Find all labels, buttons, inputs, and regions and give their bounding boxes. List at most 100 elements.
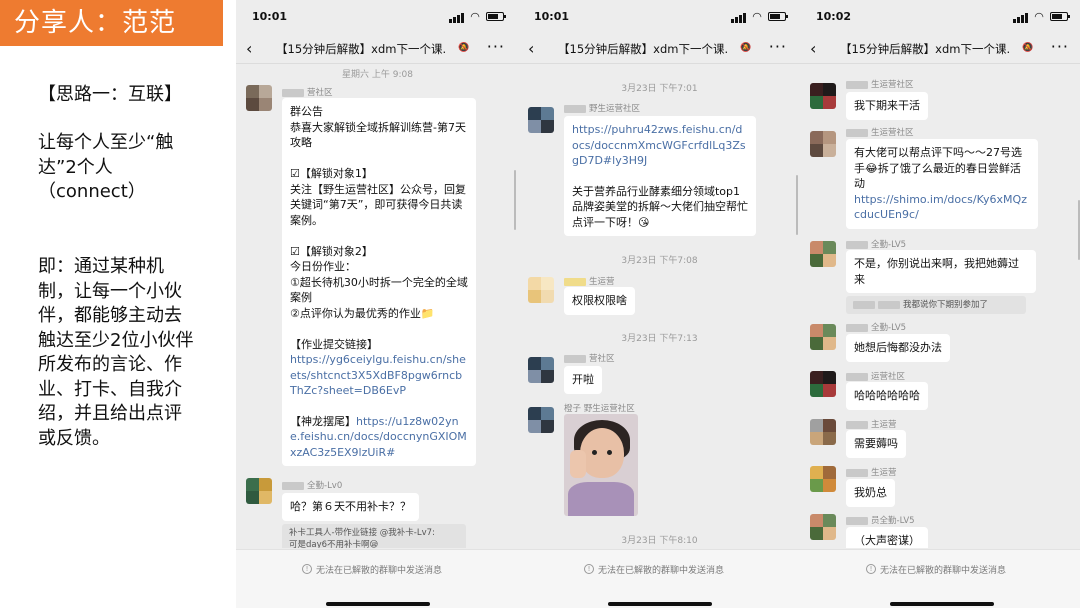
message-bubble[interactable]: 不是，你别说出来啊，我把她薅过来 [846, 250, 1036, 293]
timestamp: 3月23日 下午8:10 [621, 536, 698, 546]
wifi-icon: ◠ [752, 10, 762, 23]
sender-name: 全勤-LV5 [846, 321, 906, 333]
info-icon: ! [866, 564, 876, 574]
idea-heading: 【思路一：互联】 [38, 84, 182, 105]
home-indicator [326, 602, 430, 606]
message-bubble[interactable]: 我奶总 [846, 479, 895, 507]
battery-icon [1050, 12, 1070, 21]
message-list[interactable]: 星期六 上午 9:08 营社区 群公告 恭喜大家解锁全域拆解训练营-第7天攻略 … [236, 65, 519, 548]
message-bubble[interactable]: 哈哈哈哈哈哈 [846, 382, 928, 410]
timestamp: 星期六 上午 9:08 [342, 70, 413, 80]
sender-name: 营社区 [564, 352, 615, 364]
status-bar: 10:01 ◠ [236, 0, 519, 34]
avatar[interactable] [810, 419, 836, 445]
back-icon[interactable]: ‹ [528, 40, 542, 58]
status-time: 10:01 [252, 10, 288, 23]
message-text: 群公告 恭喜大家解锁全域拆解训练营-第7天攻略 ☑【解锁对象1】 关注【野生运营… [290, 105, 468, 351]
footer-bar: ! 无法在已解散的群聊中发送消息 [518, 549, 801, 608]
avatar[interactable] [528, 107, 554, 133]
message-bubble[interactable]: 我下期来干活 [846, 92, 928, 120]
chat-title: 【15分钟后解散】xdm下一个课... [558, 42, 728, 56]
message-text: 【神龙摆尾】 [290, 414, 356, 428]
mute-icon: 🔕 [740, 43, 752, 53]
back-icon[interactable]: ‹ [810, 40, 824, 58]
avatar[interactable] [810, 371, 836, 397]
message-bubble[interactable]: 开啦 [564, 366, 602, 394]
presenter-title: 分享人：范范 [0, 0, 223, 46]
sender-name: 员全勤-LV5 [846, 514, 915, 526]
sender-name: 生运营 [564, 275, 615, 287]
avatar[interactable] [810, 131, 836, 157]
more-icon[interactable]: ··· [487, 37, 505, 56]
message-bubble[interactable]: 有大佬可以帮点评下吗～～27号选手😂拆了饿了么最近的春日尝鲜活动 https:/… [846, 139, 1038, 229]
status-time: 10:01 [534, 10, 570, 23]
avatar[interactable] [528, 277, 554, 303]
sender-name: 主运营 [846, 418, 897, 430]
avatar[interactable] [528, 407, 554, 433]
avatar[interactable] [528, 357, 554, 383]
battery-icon [768, 12, 788, 21]
message-text: 关于营养品行业酵素细分领域top1品牌姿美堂的拆解～大佬们抽空帮忙点评一下呀！😘 [572, 184, 748, 229]
info-icon: ! [584, 564, 594, 574]
disabled-notice: 无法在已解散的群聊中发送消息 [598, 566, 725, 576]
sender-name: 野生运营社区 [564, 102, 640, 114]
timestamp: 3月23日 下午7:01 [621, 84, 698, 94]
more-icon[interactable]: ··· [769, 37, 787, 56]
sender-name: 运营社区 [846, 370, 905, 382]
announcement-bubble[interactable]: 群公告 恭喜大家解锁全域拆解训练营-第7天攻略 ☑【解锁对象1】 关注【野生运营… [282, 98, 476, 466]
message-bubble[interactable]: （大声密谋） [846, 527, 928, 548]
message-text: 有大佬可以帮点评下吗～～27号选手😂拆了饿了么最近的春日尝鲜活动 [854, 146, 1022, 190]
message-bubble[interactable]: 哈？第６天不用补卡？？ [282, 493, 419, 521]
message-list[interactable]: 3月23日 下午7:01 野生运营社区 https://puhru42zws.f… [518, 65, 801, 548]
scrollbar[interactable] [796, 175, 798, 235]
back-icon[interactable]: ‹ [246, 40, 260, 58]
chat-title: 【15分钟后解散】xdm下一个课... [840, 42, 1010, 56]
timestamp: 3月23日 下午7:08 [621, 256, 698, 266]
signal-icon [731, 13, 746, 23]
footer-bar: ! 无法在已解散的群聊中发送消息 [800, 549, 1080, 608]
message-link[interactable]: https://shimo.im/docs/Ky6xMQzcducUEn9c/ [854, 192, 1030, 223]
mute-icon: 🔕 [458, 43, 470, 53]
sender-name: 全勤-LV5 [846, 238, 906, 250]
sender-name: 营社区 [282, 86, 333, 98]
message-link[interactable]: https://yg6ceiylgu.feishu.cn/sheets/shtc… [290, 352, 468, 399]
message-bubble[interactable]: https://puhru42zws.feishu.cn/docs/doccnm… [564, 116, 756, 236]
avatar[interactable] [810, 514, 836, 540]
wifi-icon: ◠ [1034, 10, 1044, 23]
message-bubble[interactable]: 需要薅吗 [846, 430, 906, 458]
timestamp: 3月23日 下午7:13 [621, 334, 698, 344]
sender-name: 生运营 [846, 466, 897, 478]
message-link[interactable]: https://puhru42zws.feishu.cn/docs/doccnm… [572, 122, 748, 169]
chat-title: 【15分钟后解散】xdm下一个课... [276, 42, 446, 56]
sender-name: 生运营社区 [846, 78, 914, 90]
quoted-reply[interactable]: 补卡工具人-带作业链接 @我补卡-Lv7: 可是day6不用补卡啊😪 [282, 524, 466, 548]
quoted-reply[interactable]: 我都说你下期别参加了 [846, 296, 1026, 314]
avatar[interactable] [810, 466, 836, 492]
sender-name: 生运营社区 [846, 126, 914, 138]
idea-line: 让每个人至少“触达”2个人（connect） [38, 132, 174, 202]
chat-navbar: ‹ 【15分钟后解散】xdm下一个课... 🔕 ··· [236, 34, 519, 64]
chat-navbar: ‹ 【15分钟后解散】xdm下一个课... 🔕 ··· [800, 34, 1080, 64]
signal-icon [1013, 13, 1028, 23]
disabled-notice: 无法在已解散的群聊中发送消息 [880, 566, 1007, 576]
scrollbar[interactable] [514, 170, 516, 230]
signal-icon [449, 13, 464, 23]
avatar[interactable] [810, 324, 836, 350]
sender-name: 橙子 野生运营社区 [564, 404, 635, 414]
avatar[interactable] [246, 478, 272, 504]
slide-canvas: 分享人：范范 【思路一：互联】 让每个人至少“触达”2个人（connect） 即… [0, 0, 1080, 608]
avatar[interactable] [246, 85, 272, 111]
shared-photo[interactable] [564, 414, 638, 516]
avatar[interactable] [810, 83, 836, 109]
message-bubble[interactable]: 她想后悔都没办法 [846, 334, 950, 362]
footer-bar: ! 无法在已解散的群聊中发送消息 [236, 549, 519, 608]
message-bubble[interactable]: 权限权限啥 [564, 287, 635, 315]
message-list[interactable]: 生运营社区 我下期来干活 生运营社区 有大佬可以帮点评下吗～～27号选手😂拆了饿… [800, 65, 1080, 548]
chat-screenshot-1: 10:01 ◠ ‹ 【15分钟后解散】xdm下一个课... 🔕 ··· 星期六 … [236, 0, 519, 608]
mute-icon: 🔕 [1022, 43, 1034, 53]
chat-screenshot-2: 10:01 ◠ ‹ 【15分钟后解散】xdm下一个课... 🔕 ··· 3月23… [518, 0, 801, 608]
status-bar: 10:01 ◠ [518, 0, 801, 34]
avatar[interactable] [810, 241, 836, 267]
battery-icon [486, 12, 506, 21]
more-icon[interactable]: ··· [1051, 37, 1069, 56]
